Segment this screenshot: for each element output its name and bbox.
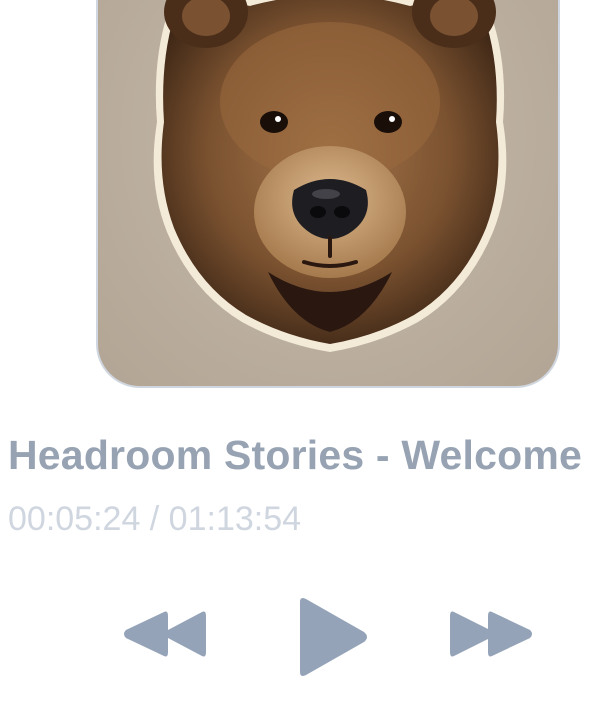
playback-controls [0, 590, 606, 690]
play-button[interactable] [294, 596, 372, 678]
fast-forward-icon [450, 611, 532, 657]
rewind-button[interactable] [120, 608, 208, 660]
bear-illustration [153, 0, 507, 352]
fast-forward-button[interactable] [450, 608, 538, 660]
play-icon [300, 598, 367, 676]
podcast-artwork [96, 0, 560, 388]
playback-time: 00:05:24 / 01:13:54 [8, 500, 302, 538]
episode-title: Headroom Stories - Welcome [8, 432, 583, 478]
rewind-icon [124, 611, 206, 657]
